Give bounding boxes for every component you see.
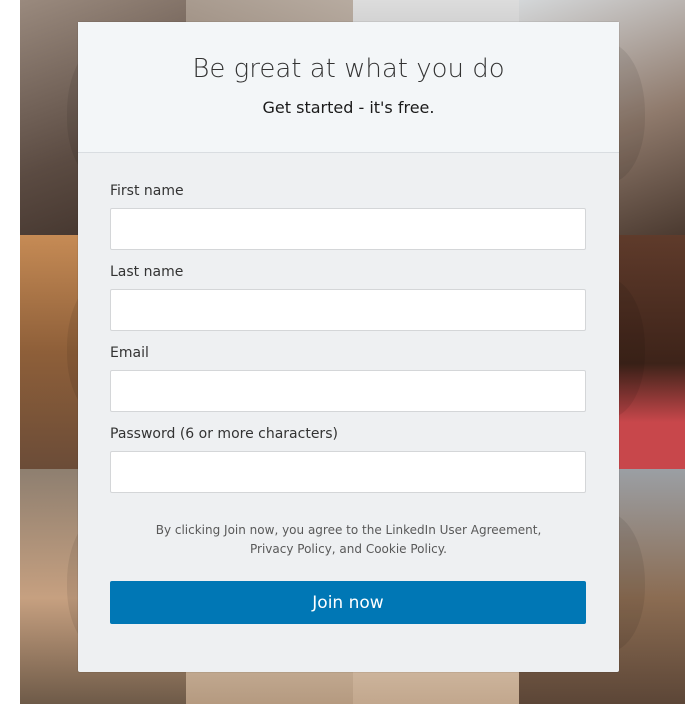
email-field[interactable] [110, 370, 586, 412]
legal-text: By clicking Join now, you agree to the L… [110, 521, 587, 559]
legal-text-line1: By clicking Join now, you agree to the L… [155, 523, 542, 537]
first-name-field[interactable] [110, 208, 586, 250]
first-name-label: First name [110, 183, 184, 199]
last-name-label: Last name [110, 264, 184, 280]
signup-card: Be great at what you do Get started - it… [78, 22, 619, 672]
password-label: Password (6 or more characters) [110, 426, 338, 442]
signup-header: Be great at what you do Get started - it… [78, 22, 619, 153]
last-name-field[interactable] [110, 289, 586, 331]
page-subtitle: Get started - it's free. [262, 98, 435, 117]
legal-text-line2: Privacy Policy, and Cookie Policy. [250, 542, 447, 556]
signup-form: First name Last name Email Password (6 o… [78, 153, 619, 624]
email-label: Email [110, 345, 149, 361]
join-now-button[interactable]: Join now [110, 581, 586, 624]
password-field[interactable] [110, 451, 586, 493]
page-title: Be great at what you do [192, 54, 505, 84]
